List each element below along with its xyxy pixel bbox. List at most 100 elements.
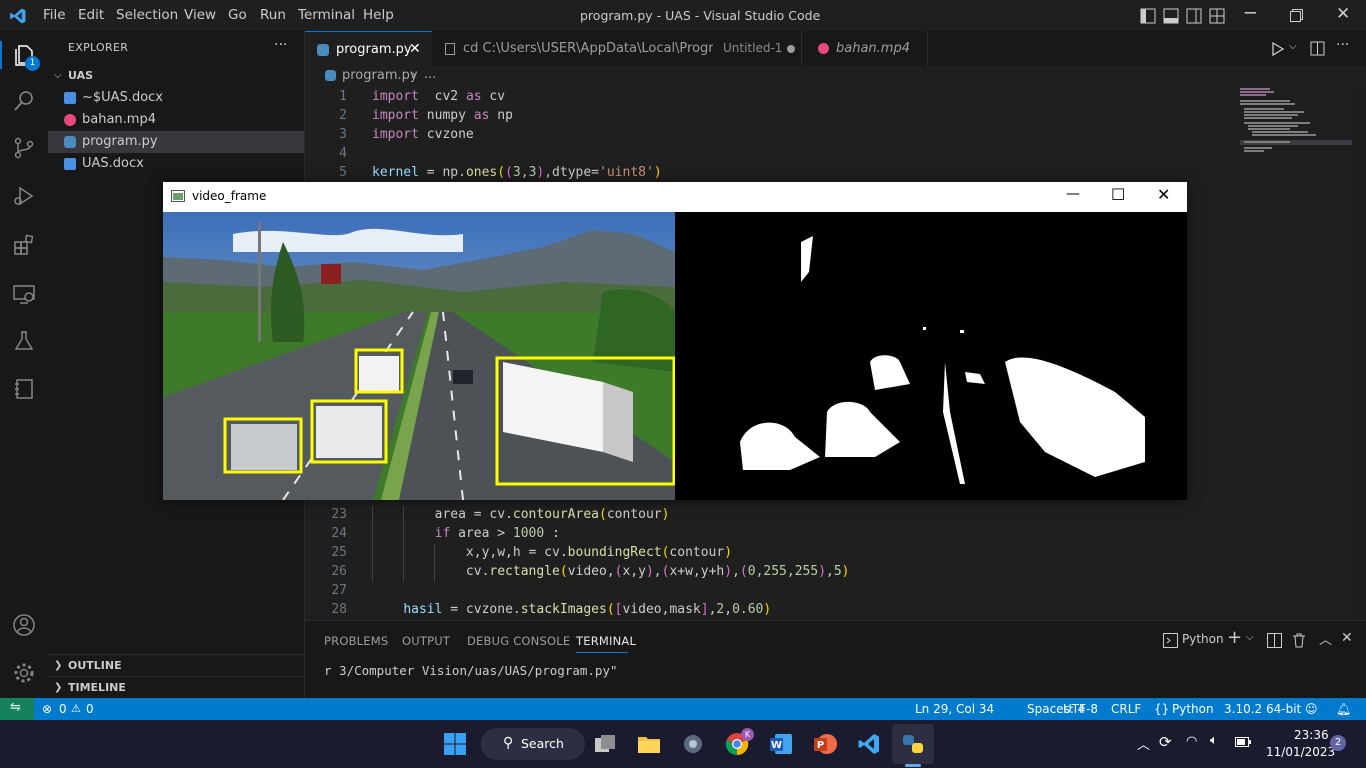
code-line[interactable]: 23 area = cv.contourArea(contour) — [305, 505, 1237, 524]
run-debug-icon[interactable] — [12, 184, 36, 208]
menu-selection[interactable]: Selection — [116, 7, 178, 23]
file-item-selected[interactable]: program.py — [48, 131, 304, 153]
unsaved-dot-icon[interactable] — [787, 45, 795, 53]
tab-terminal[interactable]: TERMINAL — [576, 634, 636, 648]
code-line[interactable]: 24 if area > 1000 : — [305, 524, 1237, 543]
code-line[interactable]: 2 import numpy as np — [305, 106, 1237, 125]
wifi-icon[interactable]: ◠ — [1186, 734, 1197, 749]
notebook-icon[interactable] — [12, 377, 36, 401]
file-item[interactable]: UAS.docx — [48, 153, 304, 175]
new-terminal-icon[interactable]: + — [1227, 627, 1242, 648]
run-dropdown-icon[interactable]: ⌵ — [1289, 41, 1297, 52]
window-minimize-button[interactable]: ─ — [1245, 3, 1256, 24]
minimap[interactable] — [1237, 86, 1352, 620]
notifications-bell-icon[interactable]: 🔔︎ — [1336, 702, 1351, 716]
menu-edit[interactable]: Edit — [78, 7, 104, 23]
timeline-section[interactable]: ❯ TIMELINE — [48, 676, 304, 699]
account-icon[interactable] — [12, 613, 36, 637]
code-line[interactable]: 1 import cv2 as cv — [305, 87, 1237, 106]
vscode-icon[interactable] — [857, 732, 881, 756]
opencv-video-window[interactable]: video_frame — ☐ ✕ — [163, 182, 1187, 500]
end-of-line[interactable]: CRLF — [1111, 702, 1141, 716]
code-line[interactable]: 28 hasil = cvzone.stackImages([video,mas… — [305, 600, 1237, 619]
folder-uas[interactable]: ⌵ UAS — [48, 65, 304, 87]
warning-count[interactable]: 0 — [86, 702, 94, 716]
toggle-panel-icon[interactable] — [1163, 8, 1179, 24]
more-actions-icon[interactable]: ··· — [1336, 37, 1349, 53]
tab-debug-console[interactable]: DEBUG CONSOLE — [467, 634, 570, 648]
file-explorer-icon[interactable] — [637, 732, 661, 756]
settings-app-icon[interactable] — [681, 732, 705, 756]
outline-section[interactable]: ❯ OUTLINE — [48, 654, 304, 677]
python-file-icon — [325, 70, 336, 81]
tray-chevron-up-icon[interactable]: ︿ — [1137, 734, 1150, 753]
code-line[interactable]: 4 — [305, 144, 1237, 163]
taskbar-search[interactable]: ⚲ Search — [481, 728, 585, 760]
terminal-output[interactable]: r 3/Computer Vision/uas/UAS/program.py" — [324, 663, 618, 678]
split-editor-icon[interactable] — [1310, 41, 1325, 56]
run-python-file-icon[interactable] — [1271, 42, 1285, 56]
volume-icon[interactable]: 🔈︎ — [1210, 733, 1218, 748]
window-close-button[interactable]: ✕ — [1336, 4, 1350, 24]
tab-untitled-1[interactable]: cd C:\Users\USER\AppData\Local\Programs\… — [433, 31, 802, 66]
tab-bahan-mp4[interactable]: bahan.mp4 — [802, 31, 928, 66]
menu-go[interactable]: Go — [228, 7, 247, 23]
cv-maximize-button[interactable]: ☐ — [1111, 185, 1125, 204]
search-icon[interactable] — [12, 89, 36, 113]
chevron-down-icon[interactable]: ⌵ — [1246, 632, 1254, 643]
cv-minimize-button[interactable]: — — [1066, 186, 1080, 202]
video-file-icon — [818, 43, 829, 54]
menu-help[interactable]: Help — [363, 7, 394, 23]
trash-icon[interactable] — [1292, 633, 1306, 648]
encoding[interactable]: UTF-8 — [1063, 702, 1098, 716]
language-mode[interactable]: Python — [1172, 702, 1214, 716]
terminal-profile-label[interactable]: Python — [1182, 632, 1224, 646]
close-icon[interactable]: ✕ — [409, 32, 421, 67]
error-count[interactable]: 0 — [59, 702, 67, 716]
toggle-primary-sidebar-icon[interactable] — [1140, 8, 1156, 24]
cursor-position[interactable]: Ln 29, Col 34 — [915, 702, 994, 716]
tab-problems[interactable]: PROBLEMS — [324, 634, 388, 648]
file-item[interactable]: ~$UAS.docx — [48, 87, 304, 109]
feedback-icon[interactable]: ☺ — [1305, 702, 1318, 716]
code-line[interactable]: 3 import cvzone — [305, 125, 1237, 144]
remote-explorer-icon[interactable] — [12, 282, 36, 306]
task-view-icon[interactable] — [593, 732, 617, 756]
notification-count-badge[interactable]: 2 — [1330, 735, 1346, 751]
menu-run[interactable]: Run — [260, 7, 286, 23]
code-line[interactable]: 26 cv.rectangle(video,(x,y),(x+w,y+h),(0… — [305, 562, 1237, 581]
clock-time[interactable]: 23:36 — [1294, 728, 1329, 742]
breadcrumb-symbols[interactable]: ... — [424, 67, 436, 82]
code-line[interactable]: 27 — [305, 581, 1237, 600]
code-line[interactable]: 25 x,y,w,h = cv.boundingRect(contour) — [305, 543, 1237, 562]
powerpoint-icon[interactable]: P — [813, 732, 837, 756]
cv-close-button[interactable]: ✕ — [1157, 185, 1170, 204]
breadcrumb-file[interactable]: program.py — [342, 68, 418, 83]
window-restore-button[interactable] — [1290, 9, 1303, 22]
extensions-icon[interactable] — [12, 233, 36, 257]
source-control-icon[interactable] — [12, 136, 36, 160]
python-app-icon[interactable] — [901, 732, 925, 756]
sync-icon[interactable]: ⟳ — [1159, 733, 1172, 751]
menu-view[interactable]: View — [184, 7, 216, 23]
word-icon[interactable]: W — [769, 732, 793, 756]
battery-icon[interactable] — [1235, 737, 1251, 747]
customize-layout-icon[interactable] — [1209, 8, 1225, 24]
tab-output[interactable]: OUTPUT — [402, 634, 450, 648]
maximize-panel-icon[interactable]: ︿ — [1319, 629, 1332, 648]
remote-indicator[interactable]: ⇋ — [0, 698, 34, 720]
python-interpreter[interactable]: 3.10.2 64-bit — [1224, 702, 1301, 716]
tab-program-py[interactable]: program.py ✕ — [305, 31, 432, 67]
close-panel-icon[interactable]: ✕ — [1341, 630, 1353, 646]
explorer-more-button[interactable]: ··· — [274, 37, 287, 53]
file-item[interactable]: bahan.mp4 — [48, 109, 304, 131]
toggle-secondary-sidebar-icon[interactable] — [1186, 8, 1202, 24]
windows-start-icon[interactable] — [443, 732, 467, 756]
split-terminal-icon[interactable] — [1267, 633, 1282, 648]
menu-file[interactable]: File — [43, 7, 66, 23]
testing-icon[interactable] — [12, 329, 36, 353]
clock-date[interactable]: 11/01/2023 — [1266, 745, 1335, 759]
menu-terminal[interactable]: Terminal — [298, 7, 355, 23]
settings-gear-icon[interactable] — [12, 661, 36, 685]
code-line[interactable]: 5 kernel = np.ones((3,3),dtype='uint8') — [305, 163, 1237, 182]
